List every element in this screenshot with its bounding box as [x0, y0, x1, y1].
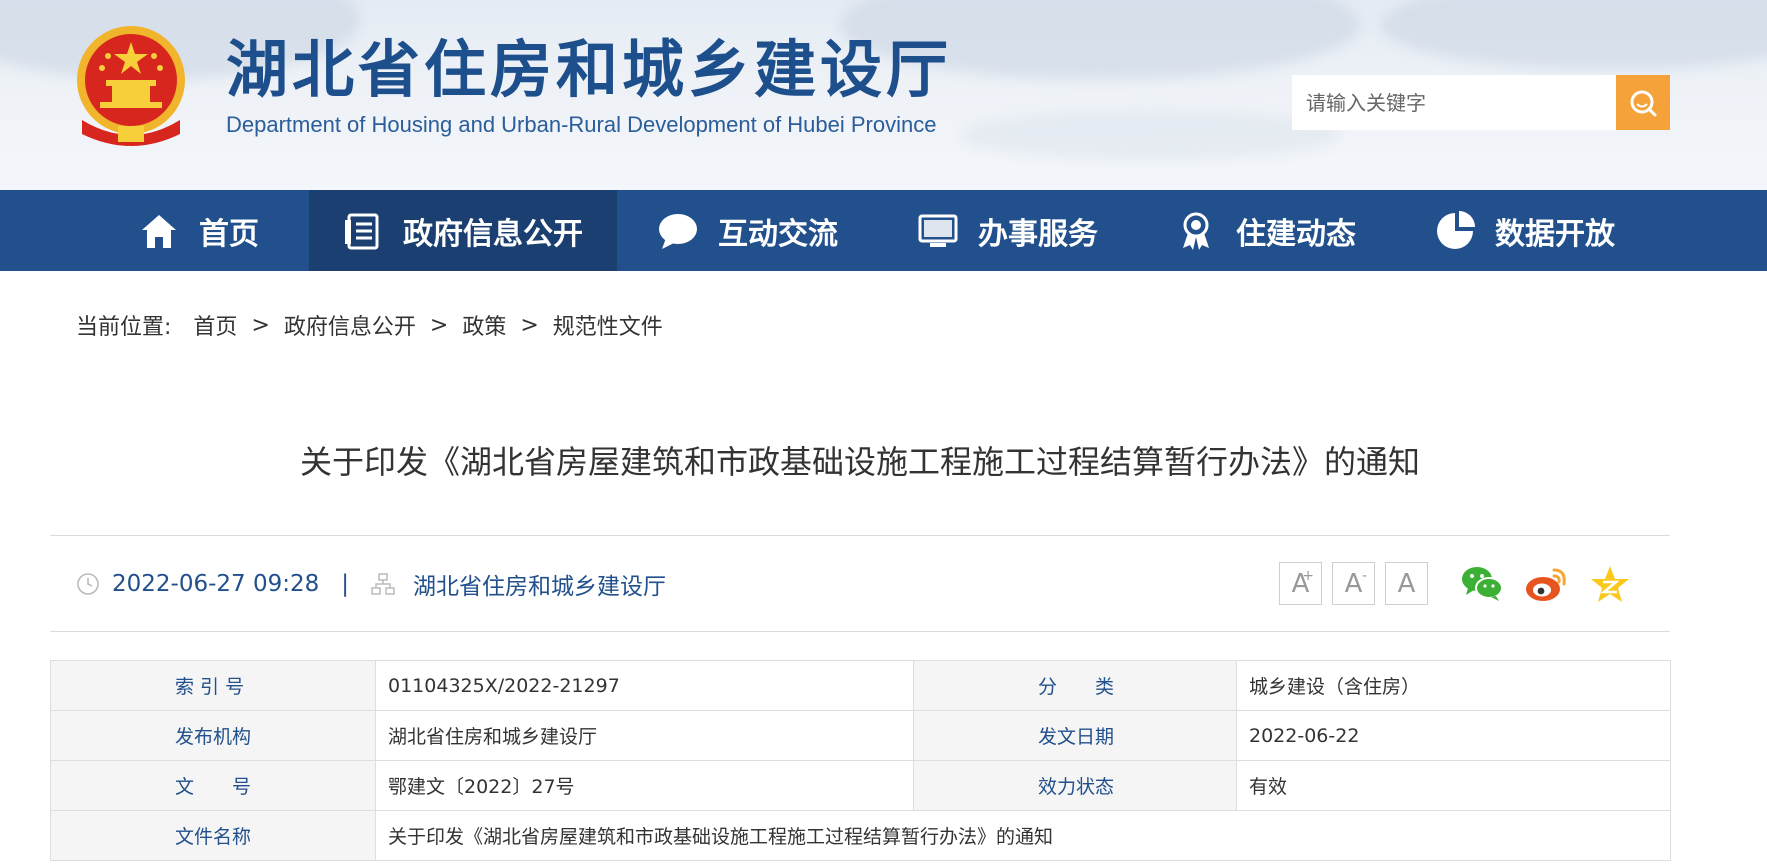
- table-row: 文件名称 关于印发《湖北省房屋建筑和市政基础设施工程施工过程结算暂行办法》的通知: [50, 810, 1671, 861]
- issue-date-label: 发文日期: [913, 710, 1237, 761]
- breadcrumb-separator: >: [251, 312, 270, 338]
- search-input[interactable]: [1292, 75, 1616, 130]
- font-button-label: A: [1344, 568, 1363, 599]
- breadcrumb-government-info[interactable]: 政府信息公开: [284, 309, 416, 341]
- search-icon: [1630, 90, 1657, 116]
- divider: [50, 535, 1670, 536]
- category-value: 城乡建设（含住房）: [1236, 660, 1671, 711]
- site-header: 湖北省住房和城乡建设厅 Department of Housing and Ur…: [0, 0, 1767, 190]
- home-icon: [139, 211, 179, 251]
- font-decrease-button[interactable]: A-: [1332, 562, 1375, 605]
- breadcrumb-home[interactable]: 首页: [193, 309, 237, 341]
- nav-item-label: 住建动态: [1236, 216, 1356, 252]
- issuer-value: 湖北省住房和城乡建设厅: [375, 710, 914, 761]
- wechat-icon: [1462, 567, 1503, 601]
- document-list-icon: [343, 211, 383, 251]
- share-qzone-button[interactable]: [1588, 562, 1632, 606]
- validity-status-value: 有效: [1236, 760, 1671, 811]
- table-row: 文 号 鄂建文〔2022〕27号 效力状态 有效: [50, 760, 1671, 811]
- font-button-mark: +: [1302, 568, 1314, 584]
- nav-item-open-data[interactable]: 数据开放: [1395, 190, 1655, 271]
- nav-item-home[interactable]: 首页: [89, 190, 309, 271]
- nav-item-label: 数据开放: [1495, 216, 1615, 252]
- meta-divider: |: [341, 571, 350, 597]
- site-title: 湖北省住房和城乡建设厅: [226, 33, 953, 106]
- article-title: 关于印发《湖北省房屋建筑和市政基础设施工程施工过程结算暂行办法》的通知: [299, 443, 1420, 481]
- document-number-label: 文 号: [50, 760, 376, 811]
- monitor-icon: [918, 211, 958, 251]
- award-ribbon-icon: [1176, 211, 1216, 251]
- search-button[interactable]: [1616, 75, 1670, 130]
- article-source: 湖北省住房和城乡建设厅: [413, 574, 667, 600]
- share-weibo-button[interactable]: [1524, 562, 1568, 606]
- index-number-value: 01104325X/2022-21297: [375, 660, 914, 711]
- pie-chart-icon: [1435, 210, 1475, 251]
- file-name-label: 文件名称: [50, 810, 376, 861]
- weibo-icon: [1526, 568, 1566, 601]
- national-emblem-logo[interactable]: [70, 22, 192, 150]
- font-button-label: A: [1397, 568, 1416, 599]
- font-size-controls: A + A- A: [1279, 562, 1438, 605]
- breadcrumb-separator: >: [429, 312, 449, 338]
- category-label: 分 类: [913, 660, 1237, 711]
- cloud-decoration: [960, 110, 1340, 160]
- table-row: 发布机构 湖北省住房和城乡建设厅 发文日期 2022-06-22: [50, 710, 1671, 761]
- main-nav: 首页 政府信息公开 互动交流 办事服务 住建动态 数据开放: [0, 190, 1767, 271]
- breadcrumb-normative-docs[interactable]: 规范性文件: [553, 309, 663, 341]
- nav-item-label: 政府信息公开: [403, 216, 583, 252]
- clock-icon: [76, 572, 100, 596]
- breadcrumb-policy[interactable]: 政策: [462, 309, 506, 341]
- document-number-value: 鄂建文〔2022〕27号: [375, 760, 914, 811]
- file-name-value: 关于印发《湖北省房屋建筑和市政基础设施工程施工过程结算暂行办法》的通知: [375, 810, 1671, 861]
- issue-date-value: 2022-06-22: [1236, 710, 1671, 761]
- divider: [50, 631, 1670, 632]
- nav-item-label: 首页: [199, 216, 259, 252]
- nav-item-news[interactable]: 住建动态: [1137, 190, 1395, 271]
- validity-status-label: 效力状态: [913, 760, 1237, 811]
- nav-item-label: 办事服务: [978, 216, 1098, 252]
- issuer-label: 发布机构: [50, 710, 376, 761]
- share-wechat-button[interactable]: [1460, 562, 1504, 606]
- font-button-mark: -: [1361, 568, 1367, 584]
- breadcrumb-lead: 当前位置:: [76, 315, 172, 340]
- org-tree-icon: [371, 572, 395, 596]
- table-row: 索 引 号 01104325X/2022-21297 分 类 城乡建设（含住房）: [50, 660, 1671, 711]
- site-subtitle: Department of Housing and Urban-Rural De…: [226, 112, 937, 137]
- nav-item-interaction[interactable]: 互动交流: [617, 190, 879, 271]
- breadcrumb-separator: >: [520, 312, 539, 338]
- nav-item-label: 互动交流: [718, 216, 838, 252]
- publish-datetime: 2022-06-27 09:28: [112, 571, 320, 597]
- chat-bubble-icon: [658, 211, 698, 251]
- index-number-label: 索 引 号: [50, 660, 376, 711]
- breadcrumb: 当前位置: 首页 > 政府信息公开 > 政策 > 规范性文件: [76, 309, 663, 341]
- document-info-table: 索 引 号 01104325X/2022-21297 分 类 城乡建设（含住房）…: [50, 660, 1671, 861]
- article-meta: 2022-06-27 09:28 | 湖北省住房和城乡建设厅: [76, 566, 666, 602]
- qzone-icon: [1591, 566, 1629, 602]
- search-bar: [1292, 75, 1670, 130]
- nav-item-services[interactable]: 办事服务: [879, 190, 1137, 271]
- font-increase-button[interactable]: A +: [1279, 562, 1322, 605]
- cloud-decoration: [1380, 0, 1767, 70]
- share-bar: [1460, 562, 1652, 606]
- font-reset-button[interactable]: A: [1385, 562, 1428, 605]
- nav-item-government-info[interactable]: 政府信息公开: [309, 190, 617, 271]
